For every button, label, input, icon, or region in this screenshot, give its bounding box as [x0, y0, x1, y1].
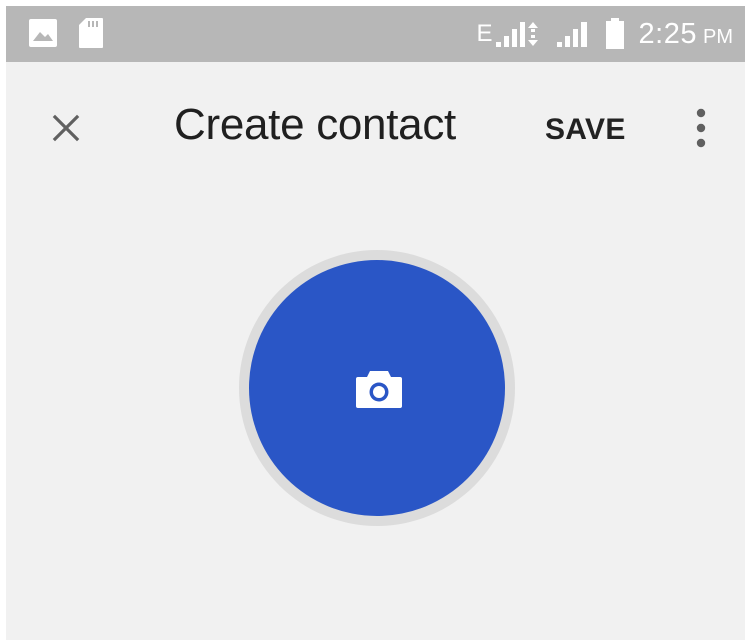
- close-icon[interactable]: [46, 108, 86, 148]
- image-notification-icon: [29, 19, 57, 47]
- network-type-label: E: [476, 20, 493, 47]
- screen: E 2:25 PM Create contact SAVE: [6, 6, 745, 640]
- signal-sim1-icon: [495, 22, 525, 47]
- clock: 2:25: [638, 17, 697, 50]
- battery-icon: [605, 18, 624, 49]
- status-notifications: [28, 17, 104, 49]
- more-vert-icon[interactable]: [686, 107, 716, 149]
- camera-icon: [356, 371, 402, 408]
- clock-period: PM: [703, 25, 733, 48]
- data-activity-icon: [527, 22, 538, 46]
- save-button[interactable]: SAVE: [545, 113, 626, 147]
- status-system: E 2:25 PM: [477, 6, 733, 62]
- status-bar: E 2:25 PM: [6, 6, 745, 62]
- contact-photo-button[interactable]: [249, 260, 505, 516]
- signal-sim2-icon: [556, 22, 587, 47]
- page-title: Create contact: [174, 100, 456, 149]
- sd-card-icon: [79, 18, 103, 48]
- app-toolbar: Create contact SAVE: [6, 62, 745, 192]
